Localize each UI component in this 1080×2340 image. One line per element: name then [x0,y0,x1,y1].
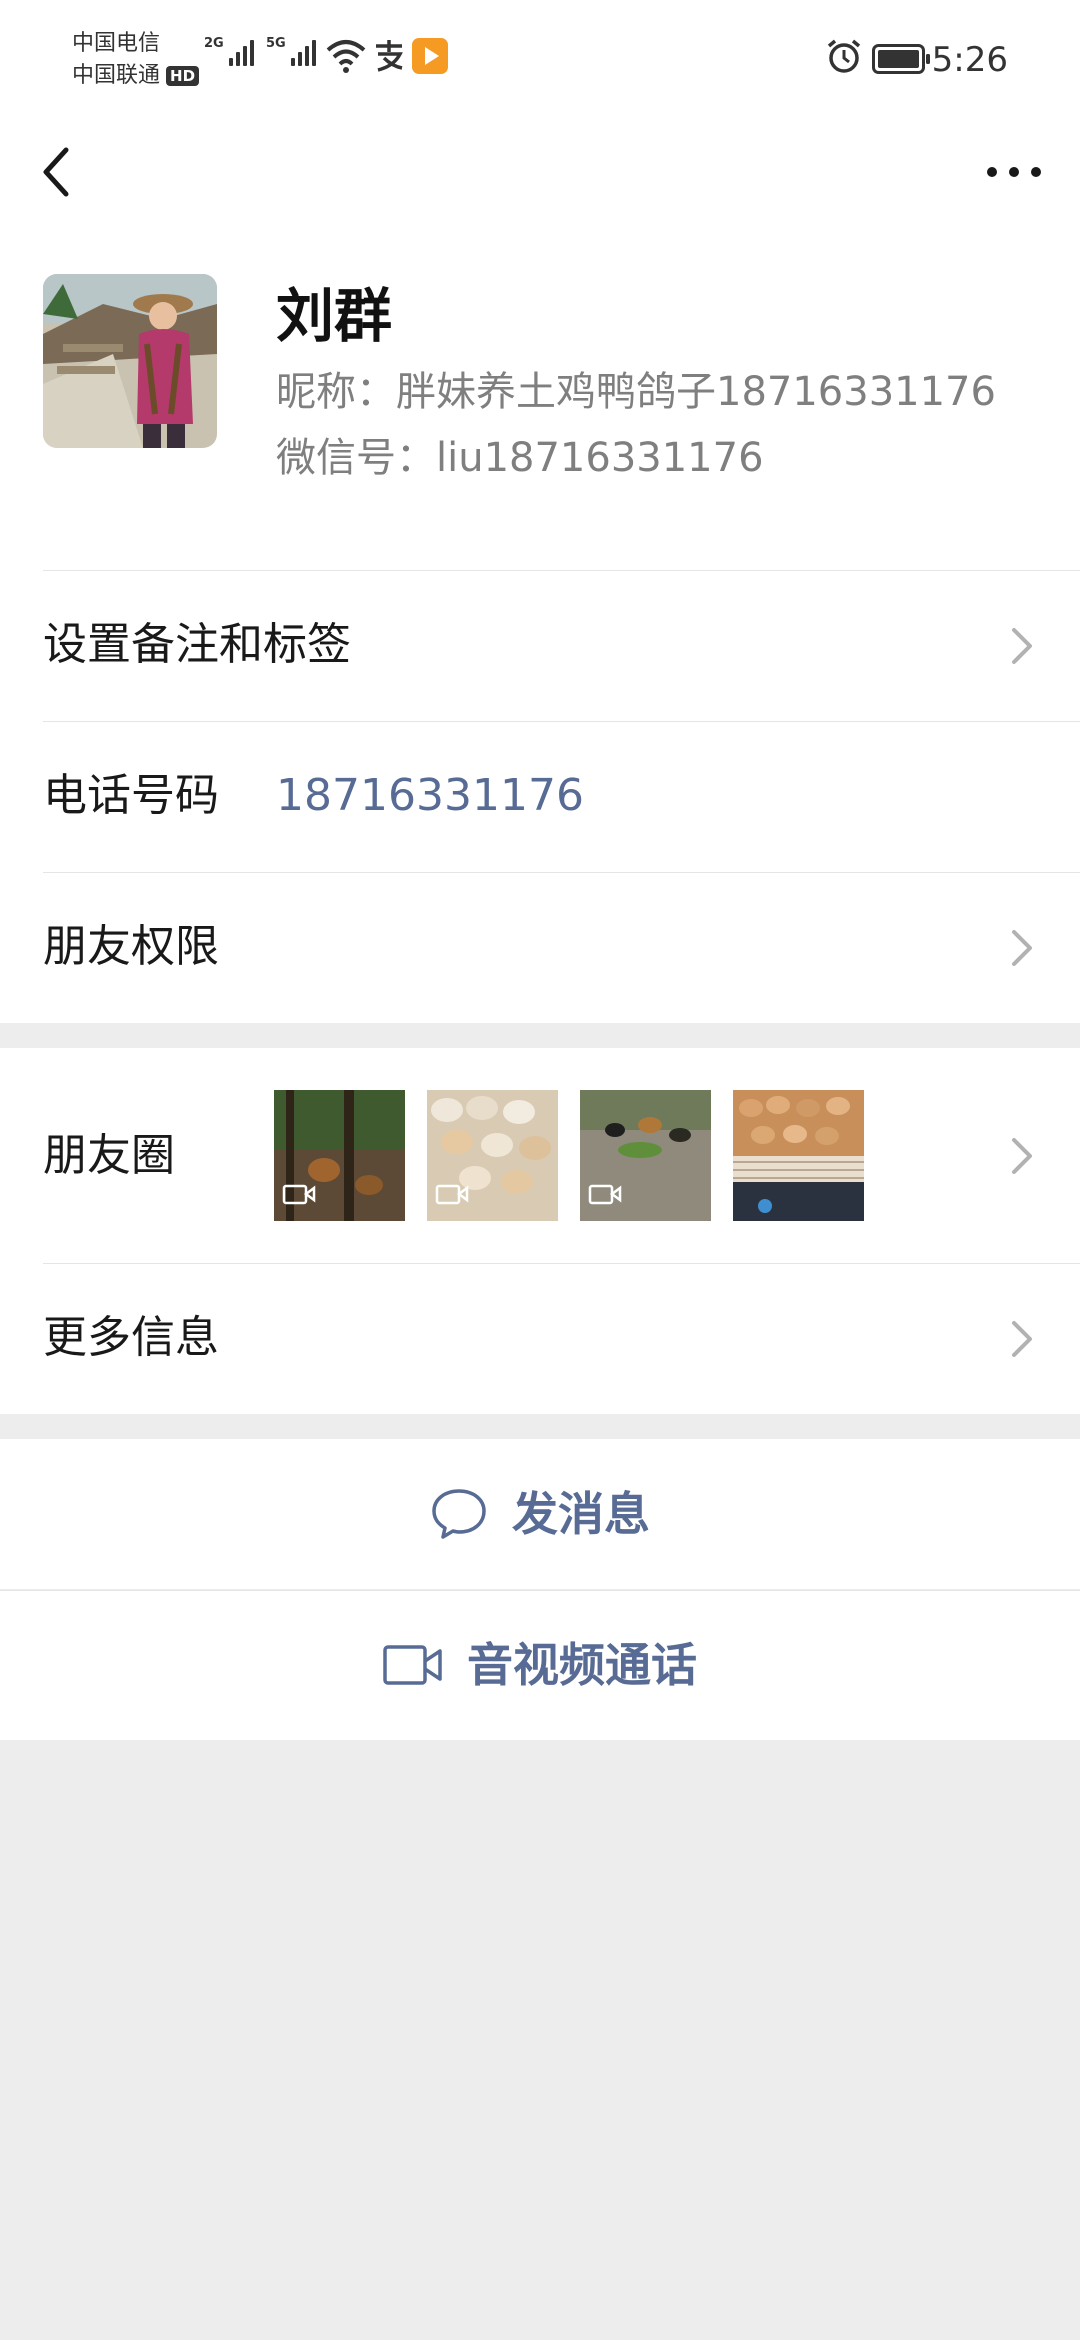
signal-strength-icon: 2G [204,36,254,66]
chat-bubble-icon [432,1489,486,1539]
divider [43,872,1080,873]
status-time: 5:26 [931,40,1008,80]
alipay-icon [376,40,403,72]
moments-thumbnail [733,1090,864,1221]
battery-icon [872,44,930,74]
video-call-button[interactable]: 音视频通话 [0,1590,1080,1740]
send-message-button[interactable]: 发消息 [0,1439,1080,1589]
chevron-right-icon [1012,1138,1032,1174]
phone-number-link[interactable]: 18716331176 [276,766,584,826]
nav-bar [0,120,1080,224]
video-app-icon [412,38,448,74]
more-info-label: 更多信息 [43,1312,219,1363]
moments-thumbnails [274,1090,864,1221]
moments-thumbnail [580,1090,711,1221]
divider [43,721,1080,722]
hd-badge: HD [166,66,200,86]
more-info-cell[interactable]: 更多信息 [0,1263,1080,1414]
divider [43,1263,1080,1264]
moments-label: 朋友圈 [43,1130,175,1181]
contact-nickname: 昵称：胖妹养土鸡鸭鸽子18716331176 [276,369,996,415]
phone-label: 电话号码 [43,770,219,821]
wifi-icon [326,40,366,73]
carrier-1-label: 中国电信 [72,31,161,56]
video-camera-icon [383,1645,442,1685]
carrier-2-label: 中国联通 [72,63,161,88]
alarm-clock-icon [827,39,861,73]
back-arrow-icon[interactable] [30,140,94,204]
send-message-label: 发消息 [512,1487,650,1541]
chevron-right-icon [1012,1321,1032,1357]
carrier-info: 中国电信 中国联通 HD [72,28,200,92]
friend-permissions-label: 朋友权限 [43,921,219,972]
profile-header: 刘群 昵称：胖妹养土鸡鸭鸽子18716331176 微信号：liu1871633… [0,224,1080,570]
chevron-right-icon [1012,628,1032,664]
status-bar: 中国电信 中国联通 HD 2G 5G 5:26 [0,0,1080,120]
moments-thumbnail [274,1090,405,1221]
avatar[interactable] [43,274,217,448]
chevron-right-icon [1012,930,1032,966]
moments-cell[interactable]: 朋友圈 [0,1048,1080,1263]
remark-tags-label: 设置备注和标签 [43,619,351,670]
phone-cell: 电话号码 18716331176 [0,721,1080,872]
contact-profile-page: 中国电信 中国联通 HD 2G 5G 5:26 刘群 昵称：胖妹养土鸡鸭鸽子18… [0,0,1080,2340]
video-call-label: 音视频通话 [467,1638,697,1692]
moments-thumbnail [427,1090,558,1221]
divider [43,570,1080,571]
contact-name: 刘群 [276,282,393,350]
contact-wechat-id: 微信号：liu18716331176 [276,435,764,481]
more-options-icon[interactable] [978,140,1050,204]
friend-permissions-cell[interactable]: 朋友权限 [0,872,1080,1023]
signal-strength-5g-icon: 5G [266,36,316,66]
remark-tags-cell[interactable]: 设置备注和标签 [0,570,1080,721]
